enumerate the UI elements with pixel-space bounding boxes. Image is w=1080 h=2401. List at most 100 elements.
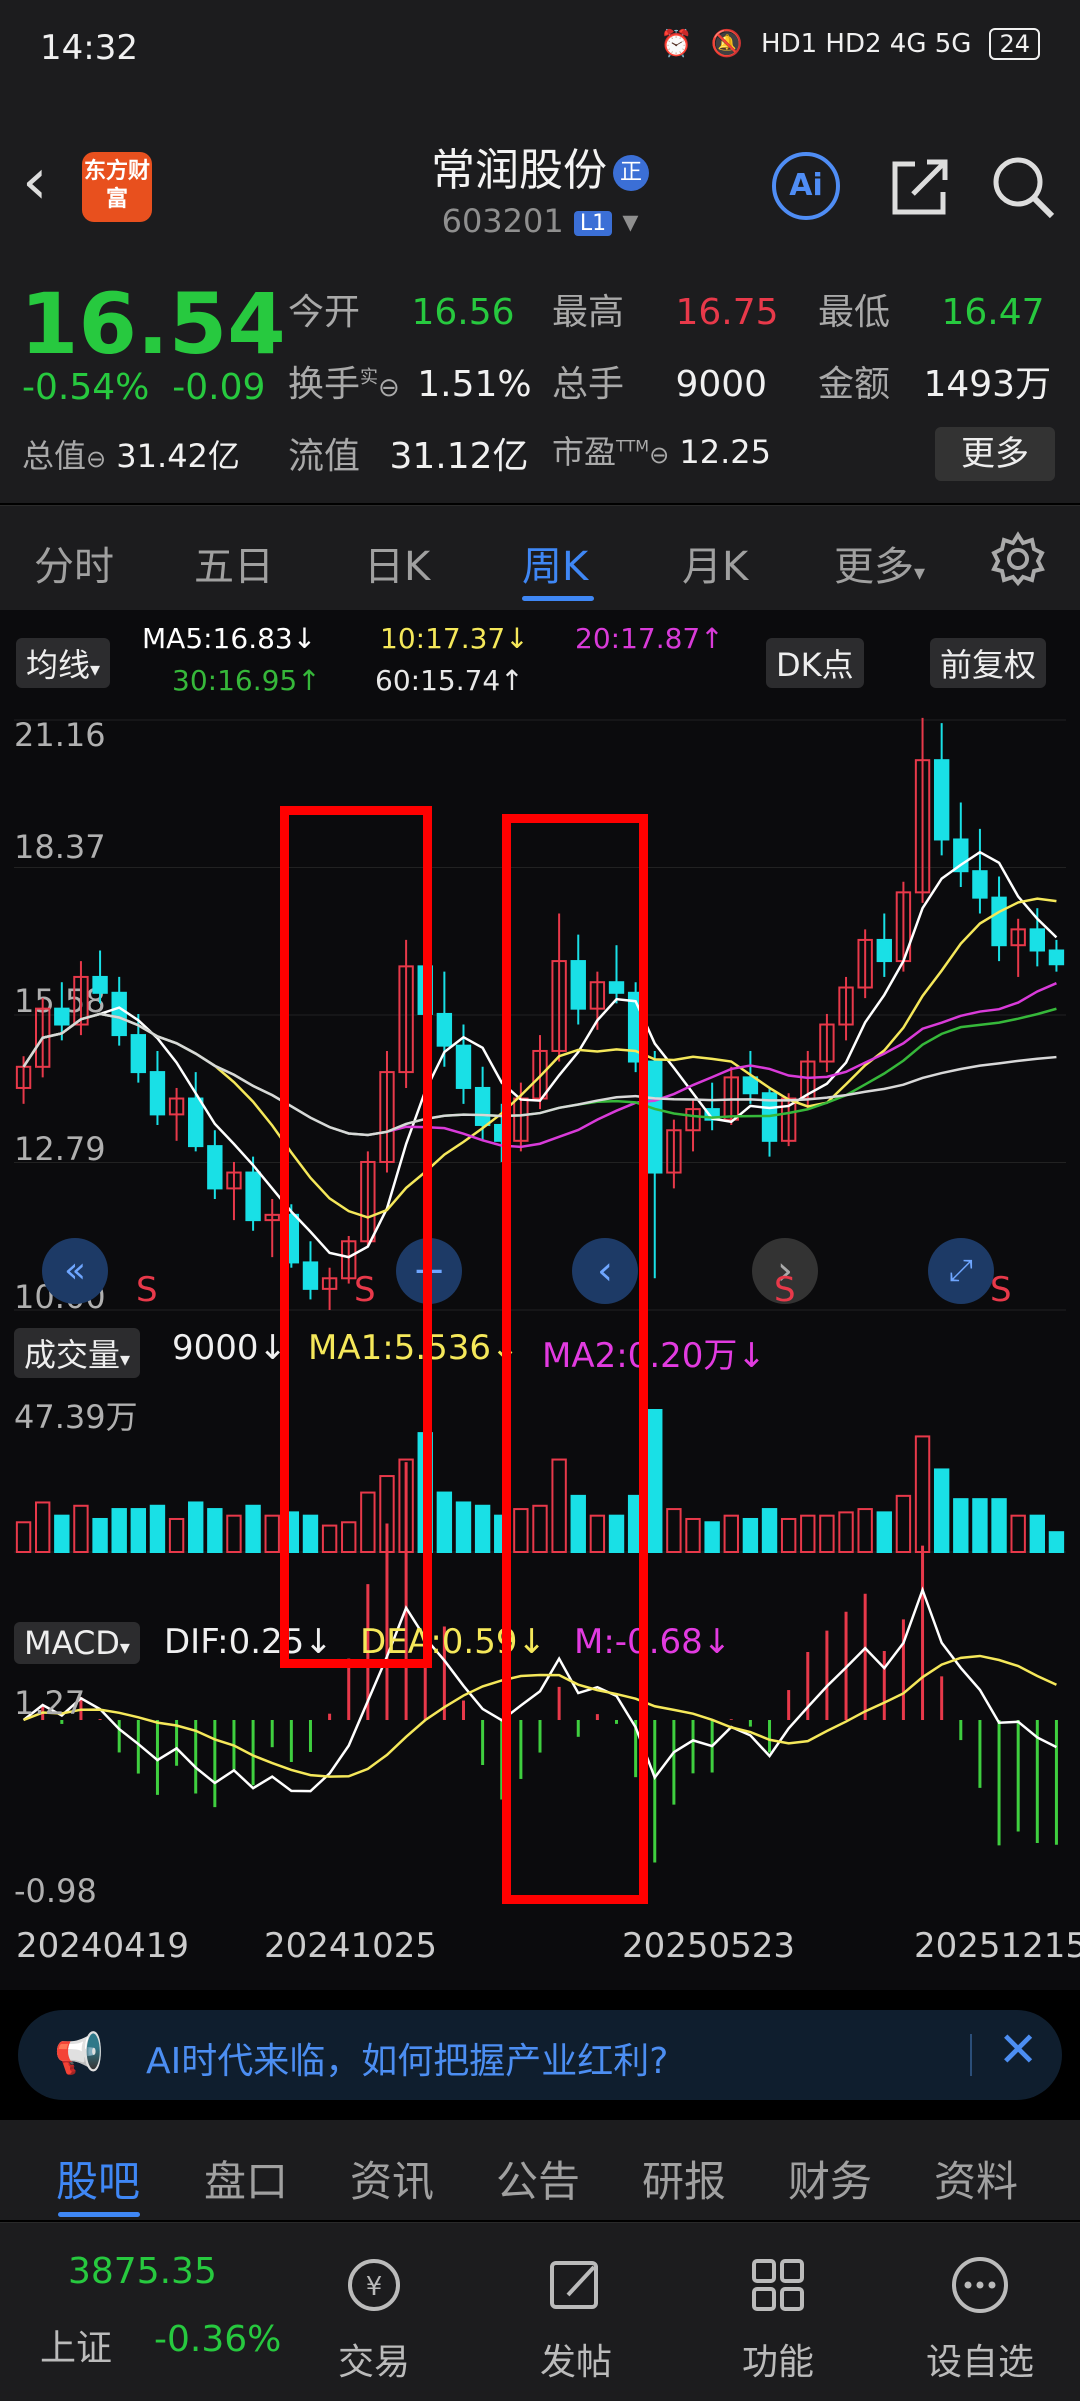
forward-adjust-button[interactable]: 前复权 [930, 638, 1047, 688]
float-value: 31.12亿 [389, 436, 529, 477]
change-amount: -0.09 [172, 367, 266, 408]
apps-icon[interactable] [746, 2253, 810, 2317]
volume-value: 9000 [675, 364, 768, 405]
high-label: 最高 [552, 292, 625, 333]
bottom-nav: 3875.35 上证 -0.36% ¥ 交易 发帖 功能 设自选 [0, 2222, 1080, 2401]
candle-body [991, 896, 1007, 947]
volume-bar [895, 1494, 912, 1554]
sell-signal: S [990, 1270, 1012, 1310]
tab-finance[interactable]: 财务 [788, 2148, 872, 2209]
fullscreen-icon[interactable]: ⤢ [928, 1238, 994, 1304]
search-icon[interactable] [988, 152, 1058, 222]
tab-guba[interactable]: 股吧 [56, 2148, 140, 2209]
candle-body [245, 1171, 261, 1222]
date-label: 20240419 [16, 1926, 190, 1966]
current-price: 16.54 [20, 275, 286, 373]
amount-row: 金额 1493万 [818, 355, 1051, 407]
candle-body [188, 1097, 204, 1148]
nav-add-watchlist[interactable]: 设自选 [900, 2333, 1060, 2385]
active-tab-indicator [522, 596, 594, 601]
price-change: -0.54% -0.09 [22, 367, 265, 408]
tab-pankou[interactable]: 盘口 [204, 2148, 288, 2209]
ai-button[interactable]: Ai [772, 152, 840, 220]
tab-intraday[interactable]: 分时 [34, 534, 114, 592]
battery-icon: 24 [989, 28, 1040, 60]
volume-bar [838, 1511, 854, 1553]
low-value: 16.47 [941, 292, 1045, 333]
kline-chart-area[interactable]: 均线▾ MA5:16.83↓ 10:17.37↓ 20:17.87↑ 30:16… [0, 610, 1080, 1990]
nav-post[interactable]: 发帖 [496, 2333, 656, 2385]
tab-profile[interactable]: 资料 [934, 2148, 1018, 2209]
volume-selector[interactable]: 成交量▾ [14, 1328, 141, 1378]
candle-body [149, 1071, 166, 1116]
ma30-value: 30:16.95↑ [172, 664, 321, 697]
pe-row: 市盈TTM⊖ 12.25 [552, 427, 771, 473]
ad-banner[interactable]: 📢 AI时代来临，如何把握产业红利? ✕ [18, 2010, 1062, 2100]
divider [970, 2034, 972, 2076]
candle-body [474, 1086, 491, 1126]
tab-weekly-k[interactable]: 周K [522, 534, 588, 592]
tab-five-day[interactable]: 五日 [194, 534, 274, 592]
share-icon[interactable] [885, 152, 955, 222]
content-tabs: 股吧 盘口 资讯 公告 研报 财务 资料 [0, 2120, 1080, 2220]
volume-bar [761, 1508, 778, 1553]
level-badge: L1 [573, 210, 613, 236]
chevron-down-icon: ▾ [622, 202, 639, 240]
candle-body [92, 975, 108, 994]
volume-bar [54, 1514, 70, 1554]
volume-bar [474, 1504, 491, 1554]
amount-value: 1493万 [923, 364, 1052, 405]
caret-down-icon: ▾ [120, 1347, 131, 1371]
candle-body [933, 759, 950, 841]
mktcap-label: 总值 [22, 437, 87, 475]
volume-bar [149, 1504, 166, 1554]
tab-daily-k[interactable]: 日K [364, 534, 430, 592]
index-value[interactable]: 3875.35 [68, 2251, 217, 2292]
dk-point-button[interactable]: DK点 [766, 638, 864, 688]
volume-bar [1029, 1514, 1046, 1554]
scroll-left-fast-icon[interactable]: « [42, 1238, 108, 1304]
ma60-value: 60:15.74↑ [375, 664, 524, 697]
candle-body [455, 1044, 472, 1089]
tab-monthly-k[interactable]: 月K [682, 534, 748, 592]
caret-down-icon: ▾ [914, 561, 926, 586]
close-icon[interactable]: ✕ [998, 2022, 1038, 2078]
volume-bar [953, 1498, 969, 1553]
post-icon[interactable] [544, 2253, 608, 2317]
mute-icon: 🔕 [710, 29, 744, 59]
date-label: 20250523 [622, 1926, 796, 1966]
nav-features[interactable]: 功能 [698, 2333, 858, 2385]
tab-more[interactable]: 更多▾ [834, 534, 925, 592]
more-dots-icon[interactable] [948, 2253, 1012, 2317]
quote-panel: 16.54 -0.54% -0.09 今开 16.56 最高 16.75 最低 … [0, 255, 1080, 503]
info-icon[interactable]: ⊖ [86, 445, 106, 473]
volume-bar [73, 1504, 89, 1554]
badge-icon: 正 [613, 155, 649, 191]
network-indicator: HD1 HD2 4G 5G [761, 29, 972, 59]
volume-bar [34, 1501, 51, 1553]
candle-body [54, 1007, 70, 1026]
date-label: 20241025 [264, 1926, 438, 1966]
banner-text[interactable]: AI时代来临，如何把握产业红利? [146, 2032, 668, 2084]
stock-name-text: 常润股份 [431, 145, 607, 196]
volume-bar [876, 1511, 892, 1553]
change-percent: -0.54% [22, 367, 150, 408]
tab-research[interactable]: 研报 [642, 2148, 726, 2209]
ma-selector[interactable]: 均线▾ [16, 638, 111, 688]
tab-announcements[interactable]: 公告 [496, 2148, 580, 2209]
stock-header: ‹ 东方财富 常润股份正 603201 L1 ▾ Ai [0, 110, 1080, 256]
info-icon[interactable]: ⊖ [649, 441, 669, 469]
macd-selector[interactable]: MACD▾ [14, 1622, 140, 1664]
low-row: 最低 16.47 [818, 283, 1045, 335]
info-icon[interactable]: ⊖ [378, 373, 400, 403]
trade-icon[interactable]: ¥ [342, 2253, 406, 2317]
volume-bar [666, 1508, 682, 1553]
status-bar: 14:32 ⏰ 🔕 HD1 HD2 4G 5G 24 [0, 0, 1080, 110]
ma-pill-label: 均线 [26, 646, 91, 684]
nav-trade[interactable]: 交易 [294, 2333, 454, 2385]
settings-icon[interactable] [990, 531, 1046, 587]
more-button[interactable]: 更多 [935, 427, 1055, 481]
candle-body [436, 1012, 453, 1047]
candle-body [207, 1145, 223, 1190]
tab-news[interactable]: 资讯 [350, 2148, 434, 2209]
